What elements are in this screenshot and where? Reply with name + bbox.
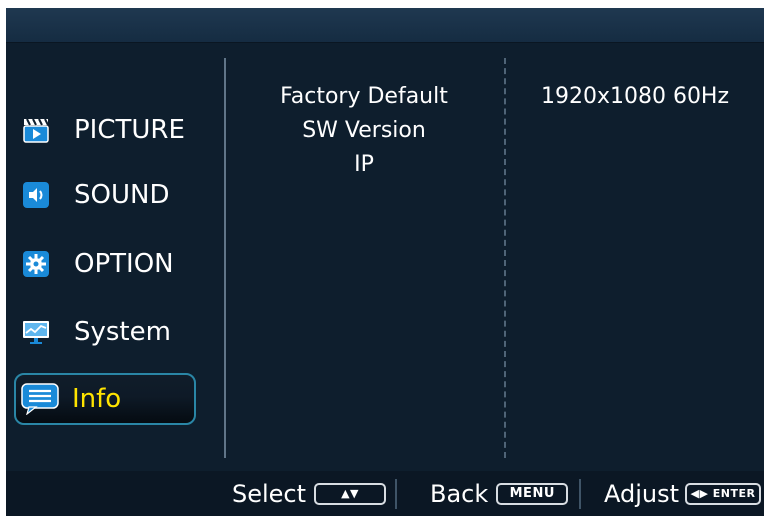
bottom-bar-divider bbox=[579, 479, 581, 509]
menu-item-sound[interactable]: SOUND bbox=[16, 169, 202, 221]
adjust-label: Adjust bbox=[604, 479, 680, 508]
enter-key-icon: ◀▶ ENTER bbox=[685, 482, 762, 505]
gear-icon bbox=[22, 250, 50, 278]
menu-item-label: System bbox=[74, 317, 171, 347]
submenu-item-sw-version[interactable]: SW Version bbox=[226, 114, 502, 148]
submenu-item-factory-default[interactable]: Factory Default bbox=[226, 80, 502, 114]
back-label: Back bbox=[430, 479, 489, 508]
column-divider-dashed bbox=[504, 58, 506, 458]
submenu-item-ip[interactable]: IP bbox=[226, 148, 502, 182]
select-hint: Select ▲▼ bbox=[232, 471, 387, 516]
osd-menu-window: PICTURE SOUND OPTION System Info Factory… bbox=[6, 8, 764, 516]
value-column: 1920x1080 60Hz bbox=[506, 80, 764, 114]
select-label: Select bbox=[232, 479, 307, 508]
bottom-help-bar: Select ▲▼ Back MENU Adjust ◀▶ ENTER bbox=[6, 471, 764, 516]
monitor-chart-icon bbox=[22, 318, 50, 346]
speaker-icon bbox=[22, 181, 50, 209]
menu-item-option[interactable]: OPTION bbox=[16, 238, 202, 290]
menu-key-icon: MENU bbox=[496, 482, 569, 505]
menu-item-label: OPTION bbox=[74, 249, 174, 279]
back-hint: Back MENU bbox=[430, 471, 569, 516]
clapperboard-icon bbox=[22, 116, 50, 144]
bottom-bar-divider bbox=[395, 479, 397, 509]
resolution-value: 1920x1080 60Hz bbox=[540, 84, 730, 109]
top-bar bbox=[6, 8, 764, 43]
speech-bubble-icon bbox=[20, 383, 60, 415]
submenu-list: Factory Default SW Version IP bbox=[226, 80, 502, 182]
menu-item-picture[interactable]: PICTURE bbox=[16, 104, 202, 156]
adjust-hint: Adjust ◀▶ ENTER bbox=[604, 471, 762, 516]
menu-item-label: Info bbox=[72, 384, 122, 414]
menu-item-info[interactable]: Info bbox=[14, 373, 196, 425]
menu-item-label: SOUND bbox=[74, 180, 170, 210]
menu-item-system[interactable]: System bbox=[16, 306, 202, 358]
up-down-key-icon: ▲▼ bbox=[314, 482, 387, 505]
menu-item-label: PICTURE bbox=[74, 115, 185, 145]
